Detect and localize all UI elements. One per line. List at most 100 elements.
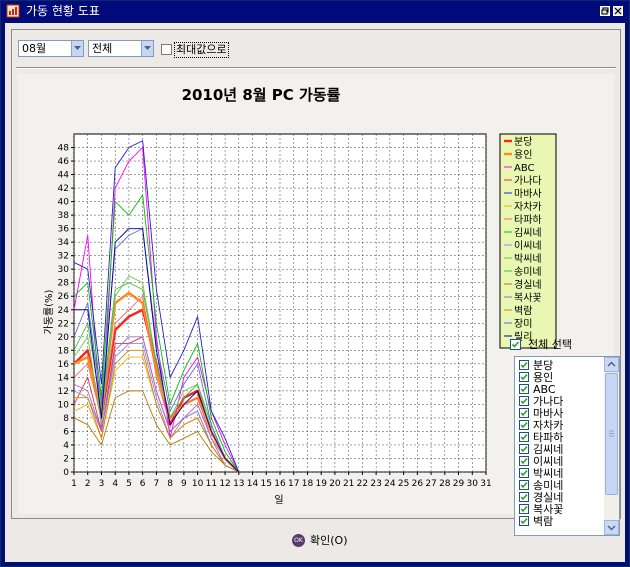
vertical-scrollbar[interactable] <box>604 357 619 535</box>
legend-label: ABC <box>514 163 535 174</box>
legend-label: 송미네 <box>514 266 542 278</box>
y-tick-label: 42 <box>58 184 69 194</box>
select-all-checkbox[interactable] <box>510 339 521 350</box>
y-axis-label: 가동률(%) <box>43 289 55 334</box>
x-tick-label: 25 <box>398 479 409 489</box>
legend-label: 이씨네 <box>514 240 542 252</box>
report-icon <box>6 4 20 18</box>
y-tick-label: 30 <box>58 265 70 275</box>
scroll-down-button[interactable] <box>604 520 619 535</box>
x-tick-label: 2 <box>85 479 91 489</box>
legend-label: 타파하 <box>514 213 542 226</box>
item-checkbox[interactable] <box>519 360 529 370</box>
x-tick-label: 11 <box>206 479 217 489</box>
legend-label: 경실네 <box>514 278 542 291</box>
x-tick-label: 24 <box>384 479 396 489</box>
scroll-up-button[interactable] <box>604 357 619 372</box>
x-tick-label: 1 <box>71 479 77 489</box>
x-tick-label: 7 <box>154 479 160 489</box>
y-tick-label: 36 <box>58 225 70 235</box>
legend-label: 박씨네 <box>514 253 542 265</box>
item-checkbox[interactable] <box>519 516 529 526</box>
y-tick-label: 0 <box>63 468 69 478</box>
legend-label: 장미 <box>514 318 532 330</box>
y-tick-label: 38 <box>58 211 70 221</box>
y-tick-label: 24 <box>58 306 70 316</box>
x-tick-label: 21 <box>343 479 354 489</box>
group-select-value: 전체 <box>92 42 113 55</box>
item-checkbox[interactable] <box>519 444 529 454</box>
restore-icon[interactable] <box>600 6 610 16</box>
item-checkbox[interactable] <box>519 384 529 394</box>
max-value-label[interactable]: 최대값으로 <box>174 42 229 58</box>
y-tick-label: 8 <box>63 414 69 424</box>
item-checkbox[interactable] <box>519 372 529 382</box>
legend-label: 자차카 <box>514 201 542 213</box>
report-window: 가동 현황 도표 08월 전체 최대값으로 2010년 8월 PC 가동률 1 … <box>0 0 630 567</box>
item-checkbox[interactable] <box>519 396 529 406</box>
y-tick-label: 34 <box>58 238 70 248</box>
x-tick-label: 5 <box>126 479 132 489</box>
x-tick-label: 26 <box>412 479 424 489</box>
chart-panel: 08월 전체 최대값으로 2010년 8월 PC 가동률 1 2 3 4 5 6 7 8 9 10… <box>11 29 621 536</box>
legend-label: 마바사 <box>514 188 542 200</box>
max-value-checkbox[interactable] <box>161 44 172 55</box>
ok-icon: OK <box>292 534 305 547</box>
y-tick-label: 14 <box>58 373 70 383</box>
x-tick-label: 27 <box>425 479 436 489</box>
y-tick-label: 26 <box>58 292 70 302</box>
item-checkbox[interactable] <box>519 408 529 418</box>
legend-label: 복사꽃 <box>514 292 542 304</box>
x-tick-label: 8 <box>167 479 173 489</box>
chevron-down-icon[interactable] <box>141 41 153 56</box>
month-select[interactable]: 08월 <box>18 40 84 57</box>
x-tick-label: 23 <box>370 479 381 489</box>
y-tick-label: 32 <box>58 252 69 262</box>
item-checkbox[interactable] <box>519 468 529 478</box>
group-select[interactable]: 전체 <box>88 40 154 57</box>
x-tick-label: 6 <box>140 479 146 489</box>
y-tick-label: 28 <box>58 279 70 289</box>
x-tick-label: 16 <box>274 479 286 489</box>
x-tick-label: 9 <box>181 479 187 489</box>
item-checkbox[interactable] <box>519 480 529 490</box>
y-tick-label: 40 <box>58 198 70 208</box>
x-tick-label: 30 <box>467 479 479 489</box>
item-label: 벽람 <box>533 515 554 528</box>
x-axis-label: 일 <box>274 494 283 506</box>
y-tick-label: 10 <box>58 400 70 410</box>
legend-label: 벽람 <box>514 304 532 317</box>
item-checkbox[interactable] <box>519 492 529 502</box>
item-checkbox[interactable] <box>519 432 529 442</box>
item-checkbox[interactable] <box>519 456 529 466</box>
item-checkbox[interactable] <box>519 420 529 430</box>
item-checkbox[interactable] <box>519 504 529 514</box>
x-tick-label: 18 <box>302 479 314 489</box>
x-tick-label: 3 <box>99 479 105 489</box>
y-tick-label: 48 <box>58 144 70 154</box>
y-tick-label: 44 <box>58 171 70 181</box>
ok-button-label: 확인(O) <box>310 534 348 547</box>
close-icon[interactable] <box>613 6 623 16</box>
legend-label: 분당 <box>514 136 532 148</box>
x-tick-label: 15 <box>261 479 272 489</box>
x-tick-label: 13 <box>233 479 244 489</box>
divider <box>16 67 616 69</box>
scroll-thumb[interactable] <box>605 373 618 495</box>
y-tick-label: 16 <box>58 360 70 370</box>
x-tick-label: 31 <box>480 479 491 489</box>
chevron-down-icon[interactable] <box>71 41 83 56</box>
y-tick-label: 6 <box>63 427 69 437</box>
legend-label: 김씨네 <box>514 227 542 239</box>
client-area: 08월 전체 최대값으로 2010년 8월 PC 가동률 1 2 3 4 5 6 7 8 9 10… <box>5 23 625 562</box>
x-tick-label: 17 <box>288 479 299 489</box>
x-tick-label: 22 <box>357 479 368 489</box>
legend-label: 용인 <box>514 149 532 161</box>
y-tick-label: 4 <box>63 441 69 451</box>
y-tick-label: 22 <box>58 319 69 329</box>
title-bar[interactable]: 가동 현황 도표 <box>1 1 629 21</box>
x-tick-label: 20 <box>329 479 341 489</box>
branch-listbox[interactable]: 분당 용인 ABC 가나다 마바사 자차카 타파하 김씨네 이씨네 박씨네 송미네 경실네 복사꽃 벽람 <box>514 356 620 536</box>
y-tick-label: 18 <box>58 346 70 356</box>
select-all-label: 전체 선택 <box>528 338 572 351</box>
